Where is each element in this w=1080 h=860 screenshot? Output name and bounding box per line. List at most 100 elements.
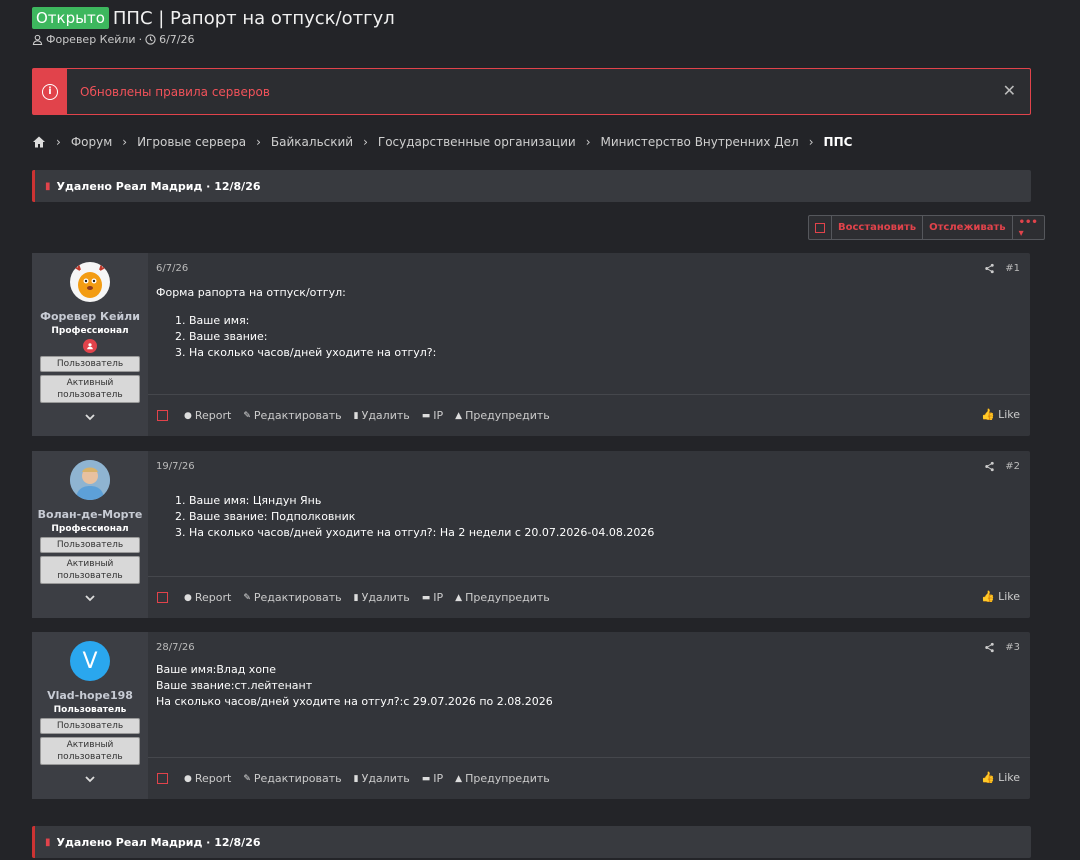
breadcrumb-item-game-servers[interactable]: Игровые сервера [137, 135, 246, 149]
deleted-text[interactable]: Удалено Реал Мадрид · 12/8/26 [57, 836, 261, 849]
post-line: Ваше звание:ст.лейтенант [156, 679, 313, 692]
clock-icon [145, 34, 156, 45]
user-banner-user: Пользователь [40, 356, 140, 372]
breadcrumb-item-pps[interactable]: ППС [824, 135, 853, 149]
like-button[interactable]: 👍 Like [981, 771, 1020, 784]
share-icon[interactable] [984, 461, 995, 472]
post-list: Ваше имя: Цяндун Янь Ваше звание: Подпол… [156, 493, 654, 541]
post-meta-right: #3 [984, 642, 1020, 653]
breadcrumb-item-gov-orgs[interactable]: Государственные организации [378, 135, 576, 149]
warn-button[interactable]: ▲ Предупредить [455, 591, 550, 604]
warning-icon: ▲ [455, 592, 463, 603]
id-card-icon: ▬ [421, 592, 431, 603]
username[interactable]: Форевер Кейли [32, 310, 148, 323]
id-card-icon: ▬ [421, 773, 431, 784]
like-button[interactable]: 👍 Like [981, 408, 1020, 421]
ip-label: IP [433, 409, 444, 422]
thumbs-up-icon: 👍 [981, 408, 996, 421]
warning-icon: ▲ [455, 773, 463, 784]
user-award-badge[interactable] [83, 339, 97, 353]
report-label: Report [194, 591, 232, 604]
select-post-checkbox[interactable] [157, 773, 168, 784]
more-menu-button[interactable]: ••• ▾ [1013, 216, 1044, 239]
warn-button[interactable]: ▲ Предупредить [455, 772, 550, 785]
breadcrumb-item-mvd[interactable]: Министерство Внутренних Дел [601, 135, 799, 149]
warn-button[interactable]: ▲ Предупредить [455, 409, 550, 422]
user-banner-user: Пользователь [40, 718, 140, 734]
status-badge[interactable]: Открыто [32, 7, 109, 29]
breadcrumb-item-baikal[interactable]: Байкальский [271, 135, 353, 149]
pencil-icon: ✎ [243, 410, 251, 421]
delete-label: Удалить [361, 772, 410, 785]
post-user-cell: Волан-де-Морте Профессионал Пользователь… [32, 451, 148, 618]
share-icon[interactable] [984, 263, 995, 274]
deleted-text[interactable]: Удалено Реал Мадрид · 12/8/26 [57, 180, 261, 193]
trash-icon: ▮ [353, 773, 359, 784]
post-footer: ● Report ✎ Редактировать ▮ Удалить ▬ IP ▲ Пре… [148, 757, 1030, 799]
ip-button[interactable]: ▬ IP [422, 772, 443, 785]
edit-button[interactable]: ✎ Редактировать [243, 409, 341, 422]
like-label: Like [998, 590, 1020, 603]
thread-date[interactable]: 6/7/26 [159, 33, 194, 46]
post-body: 19/7/26 #2 Ваше имя: Цяндун Янь Ваше зва… [148, 451, 1030, 618]
post-meta-right: #1 [984, 263, 1020, 274]
report-icon: ● [184, 592, 192, 603]
pencil-icon: ✎ [243, 592, 251, 603]
post-content: Ваше имя: Цяндун Янь Ваше звание: Подпол… [156, 493, 654, 541]
post-number[interactable]: #2 [1005, 461, 1020, 472]
delete-label: Удалить [361, 409, 410, 422]
report-button[interactable]: ● Report [184, 772, 231, 785]
post-user-cell: Форевер Кейли Профессионал Пользователь … [32, 253, 148, 436]
avatar[interactable]: V [70, 641, 110, 681]
delete-button[interactable]: ▮ Удалить [354, 591, 410, 604]
chevron-down-icon[interactable] [84, 773, 96, 785]
report-label: Report [194, 772, 232, 785]
trash-icon: ▮ [353, 410, 359, 421]
edit-button[interactable]: ✎ Редактировать [243, 772, 341, 785]
post-date[interactable]: 19/7/26 [156, 461, 195, 472]
post-date[interactable]: 6/7/26 [156, 263, 188, 274]
avatar[interactable] [70, 262, 110, 302]
edit-label: Редактировать [253, 772, 342, 785]
deleted-notice-bottom: ▮ Удалено Реал Мадрид · 12/8/26 [32, 826, 1031, 858]
report-button[interactable]: ● Report [184, 591, 231, 604]
post-meta-right: #2 [984, 461, 1020, 472]
ip-button[interactable]: ▬ IP [422, 409, 443, 422]
restore-button[interactable]: Восстановить [832, 216, 924, 239]
post-1: Форевер Кейли Профессионал Пользователь … [32, 253, 1030, 436]
select-thread-checkbox[interactable] [809, 216, 832, 239]
like-button[interactable]: 👍 Like [981, 590, 1020, 603]
notice-banner: i Обновлены правила серверов ✕ [32, 68, 1031, 115]
share-icon[interactable] [984, 642, 995, 653]
page-title: ППС | Рапорт на отпуск/отгул [112, 7, 395, 29]
select-post-checkbox[interactable] [157, 592, 168, 603]
delete-button[interactable]: ▮ Удалить [354, 772, 410, 785]
like-label: Like [998, 408, 1020, 421]
trash-icon: ▮ [45, 180, 51, 192]
list-item: Ваше имя: Цяндун Янь [189, 493, 654, 509]
report-button[interactable]: ● Report [184, 409, 231, 422]
ip-button[interactable]: ▬ IP [422, 591, 443, 604]
chevron-down-icon[interactable] [84, 592, 96, 604]
user-title: Пользователь [53, 705, 127, 715]
deleted-notice-top: ▮ Удалено Реал Мадрид · 12/8/26 [32, 170, 1031, 202]
avatar[interactable] [70, 460, 110, 500]
post-number[interactable]: #1 [1005, 263, 1020, 274]
chevron-down-icon[interactable] [84, 411, 96, 423]
user-banner-active: Активный пользователь [40, 375, 140, 403]
watch-button[interactable]: Отслеживать [923, 216, 1013, 239]
breadcrumb-item-forum[interactable]: Форум [71, 135, 112, 149]
post-number[interactable]: #3 [1005, 642, 1020, 653]
edit-button[interactable]: ✎ Редактировать [243, 591, 341, 604]
post-line: На сколько часов/дней уходите на отгул?:… [156, 695, 553, 708]
close-icon[interactable]: ✕ [1003, 81, 1016, 100]
username[interactable]: Волан-де-Морте [32, 508, 148, 521]
post-date[interactable]: 28/7/26 [156, 642, 195, 653]
breadcrumb-separator: › [585, 135, 591, 149]
delete-button[interactable]: ▮ Удалить [354, 409, 410, 422]
thread-author[interactable]: Форевер Кейли [46, 33, 136, 46]
select-post-checkbox[interactable] [157, 410, 168, 421]
username[interactable]: Vlad-hope198 [32, 689, 148, 702]
post-body: 6/7/26 #1 Форма рапорта на отпуск/отгул:… [148, 253, 1030, 436]
home-icon[interactable] [32, 135, 46, 149]
